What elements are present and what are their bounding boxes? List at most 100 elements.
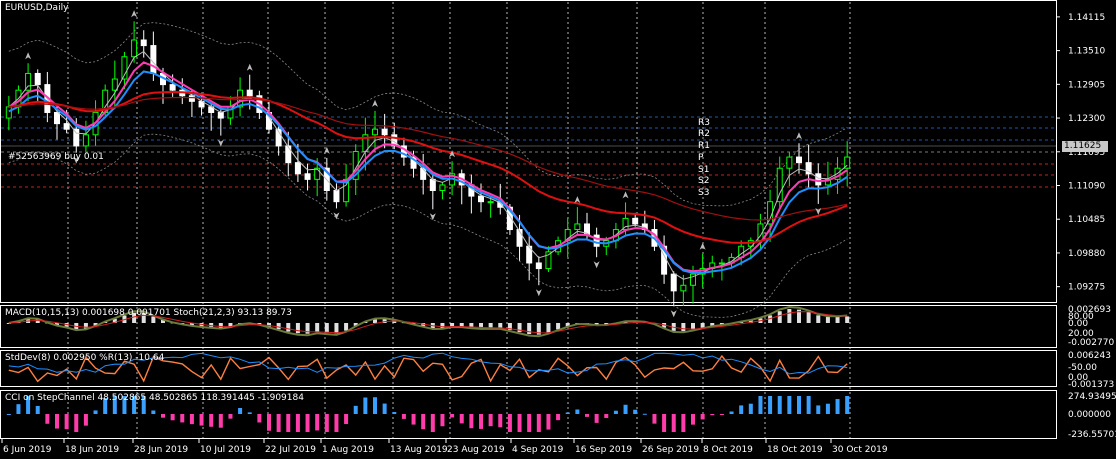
time-axis-label: 18 Oct 2019: [767, 445, 823, 455]
pivot-p: P: [698, 153, 704, 163]
ma-slower-red-line: [8, 96, 848, 221]
cci-histogram-bar: [633, 409, 638, 414]
cci-title: CCI on StepChannel 48.502865 48.502865 1…: [5, 393, 304, 403]
cci-histogram-bar: [797, 396, 801, 414]
cci-histogram-bar: [469, 414, 474, 429]
cci-histogram-bar: [257, 414, 262, 423]
fractal-up-icon: [699, 242, 706, 250]
cci-histogram-bar: [575, 409, 580, 414]
pivot-s3: S3: [698, 188, 710, 198]
price-axis-label: 1.12905: [1068, 80, 1105, 90]
cci-histogram-bar: [401, 414, 406, 419]
cci-histogram-bar: [189, 414, 194, 425]
macd-histogram-bar: [527, 323, 532, 335]
candle-body: [82, 134, 89, 147]
fractal-down-icon: [593, 261, 600, 269]
cci-histogram-bar: [748, 403, 753, 414]
macd-axis-label: 0.00: [1068, 319, 1088, 329]
candle-body: [680, 284, 687, 292]
cci-histogram-bar: [479, 414, 483, 429]
time-axis-label: 26 Sep 2019: [642, 445, 699, 455]
price-axis-label: 1.13510: [1068, 47, 1105, 57]
cci-histogram-bar: [295, 414, 300, 432]
cci-axis-label: 0.000000: [1068, 410, 1111, 420]
chart-canvas[interactable]: 1.141151.135101.129051.123001.116951.110…: [0, 0, 1116, 459]
candle-body: [34, 72, 41, 86]
cci-histogram-bar: [642, 413, 647, 415]
cci-histogram-bar: [758, 396, 763, 414]
cci-histogram-bar: [613, 410, 618, 414]
candle-body: [111, 78, 118, 91]
cci-histogram-bar: [35, 405, 40, 414]
time-axis-label: 4 Sep 2019: [512, 445, 564, 455]
candle-body: [796, 156, 802, 164]
macd-histogram-bar: [825, 316, 830, 323]
cci-histogram-bar: [623, 404, 628, 414]
ma-fast-line: [8, 50, 848, 280]
cci-histogram-bar: [74, 414, 79, 432]
macd-histogram-bar: [777, 311, 782, 323]
candle-body: [5, 106, 12, 119]
cci-histogram-bar: [536, 414, 541, 432]
price-axis-label: 1.09275: [1068, 283, 1105, 293]
cci-histogram-bar: [305, 414, 310, 432]
macd-histogram-bar: [440, 323, 445, 329]
pivot-s2: S2: [698, 176, 710, 186]
cci-histogram-bar: [546, 414, 551, 430]
candle-body: [815, 173, 822, 186]
candle-body: [535, 262, 542, 270]
cci-histogram-bar: [691, 414, 695, 425]
candle-body: [73, 128, 80, 147]
candle-body: [54, 111, 60, 125]
macd-histogram-bar: [700, 323, 705, 328]
candle-body: [285, 145, 292, 164]
cci-histogram-bar: [710, 414, 715, 416]
macd-histogram-bar: [344, 323, 349, 331]
fractal-down-icon: [217, 139, 224, 147]
time-axis-label: 13 Aug 2019: [390, 445, 448, 455]
fractal-up-icon: [796, 132, 802, 140]
price-axis-label: 1.10485: [1068, 215, 1105, 225]
cci-histogram-bar: [729, 411, 734, 414]
macd-histogram-bar: [556, 323, 561, 330]
cci-histogram-bar: [459, 414, 464, 424]
cci-axis-label: -236.55701: [1068, 430, 1116, 440]
trading-terminal-chart[interactable]: 1.14115 1.13510 1.12905 1.12300 1.11695 1.110…: [0, 0, 1116, 459]
cci-histogram-bar: [777, 396, 782, 414]
macd-histogram-bar: [334, 323, 339, 334]
cci-histogram-bar: [806, 396, 811, 414]
candle-body: [304, 173, 311, 180]
cci-histogram-bar: [411, 414, 416, 425]
time-axis-label: 28 Jun 2019: [134, 445, 188, 455]
fractal-down-icon: [535, 289, 542, 297]
cci-histogram-bar: [373, 397, 377, 414]
macd-histogram-bar: [276, 323, 281, 330]
fractal-down-icon: [670, 310, 677, 318]
macd-histogram-bar: [324, 323, 329, 333]
time-axis-label: 18 Jun 2019: [65, 445, 119, 455]
cci-histogram-bar: [334, 414, 339, 432]
time-axis-label: 23 Aug 2019: [447, 445, 505, 455]
macd-histogram-bar: [459, 323, 464, 327]
candle-body: [574, 223, 581, 231]
fractal-up-icon: [25, 52, 32, 60]
stddev-title: StdDev(8) 0.002950 %R(13) -10.64: [5, 353, 165, 363]
candle-body: [487, 201, 494, 204]
cci-histogram-bar: [565, 412, 570, 414]
cci-histogram-bar: [16, 404, 21, 414]
candle-body: [786, 156, 793, 169]
cci-histogram-bar: [55, 414, 59, 429]
cci-histogram-bar: [739, 405, 744, 414]
cci-histogram-bar: [662, 414, 667, 432]
cci-histogram-bar: [83, 414, 88, 426]
cci-histogram-bar: [151, 410, 156, 414]
cci-histogram-bar: [353, 405, 358, 414]
candle-body: [131, 39, 138, 58]
cci-histogram-bar: [440, 414, 445, 427]
time-axis-label: 10 Jul 2019: [200, 445, 251, 455]
order-label[interactable]: #52563969 buy 0.01: [8, 152, 104, 162]
cci-histogram-bar: [6, 414, 11, 415]
macd-histogram-bar: [816, 315, 821, 323]
cci-histogram-bar: [507, 414, 512, 432]
candle-body: [420, 167, 427, 180]
